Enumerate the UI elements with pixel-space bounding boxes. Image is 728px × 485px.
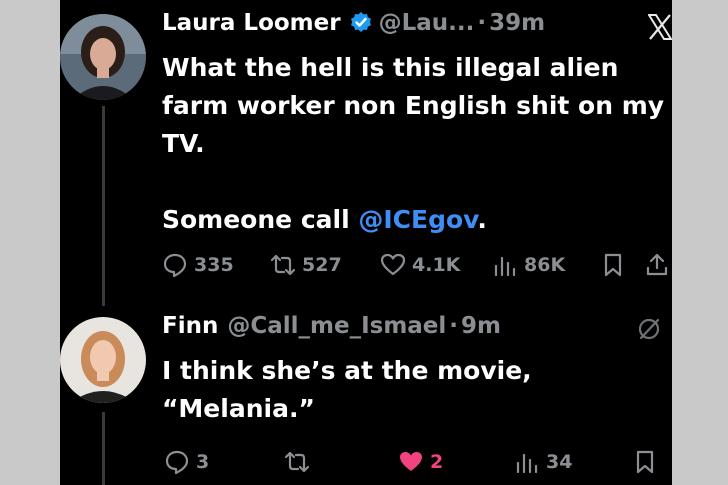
reply-count: 3 [196,451,210,473]
avatar[interactable] [60,317,146,403]
reply-icon [163,253,187,278]
repost-icon [284,451,310,473]
post-text-line: I think she’s at the movie, [162,356,532,385]
post-header: Laura Loomer @Lau... · 39m [162,10,545,36]
reply-icon [165,450,189,475]
grok-icon[interactable] [636,316,662,342]
repost-button[interactable] [284,449,310,475]
like-button[interactable]: 4.1K [380,252,460,278]
post-text-span: . [477,205,487,234]
like-button[interactable]: 2 [398,449,443,475]
bookmark-button[interactable] [632,449,658,475]
views-count: 34 [546,451,573,473]
reply-button[interactable]: 335 [162,252,234,278]
post-text: I think she’s at the movie, “Melania.” [162,352,667,428]
reply-count: 335 [194,254,234,276]
repost-count: 527 [302,254,342,276]
bookmark-button[interactable] [600,252,626,278]
separator-dot: · [477,10,487,36]
post-actions: 3 2 34 [60,447,672,479]
bookmark-icon [636,450,654,474]
repost-button[interactable]: 527 [270,252,342,278]
timestamp[interactable]: 9m [461,313,501,339]
views-icon [494,256,516,277]
post-text-span: Someone call [162,205,359,234]
user-handle[interactable]: @Call_me_Ismael [227,313,446,339]
views-button[interactable]: 34 [514,449,572,475]
user-handle[interactable]: @Lau... [379,10,475,36]
share-button[interactable] [644,252,670,278]
share-icon [646,253,668,276]
like-icon [400,452,422,471]
views-count: 86K [524,254,566,276]
post-thread: Laura Loomer @Lau... · 39m What the hell… [60,0,672,485]
display-name[interactable]: Finn [162,313,218,339]
repost-icon [270,254,296,276]
views-button[interactable]: 86K [492,252,565,278]
post-text: What the hell is this illegal alien farm… [162,49,667,239]
separator-dot: · [449,313,459,339]
like-count: 4.1K [412,254,461,276]
post-text-line: TV. [162,129,205,158]
like-count: 2 [430,451,444,473]
views-icon [516,453,538,474]
bookmark-icon [604,253,622,277]
post-actions: 335 527 4.1K 86K [60,250,672,282]
post-text-line: What the hell is this illegal alien [162,53,619,82]
post-text-line: Someone call @ICEgov. [162,201,667,239]
post-text-line: farm worker non English shit on my [162,91,665,120]
avatar[interactable] [60,14,146,100]
post-text-line: “Melania.” [162,394,315,423]
verified-badge-icon [349,11,373,35]
timestamp[interactable]: 39m [489,10,545,36]
display-name[interactable]: Laura Loomer [162,10,341,36]
like-icon [380,253,406,276]
x-logo-icon[interactable] [647,14,672,40]
post-header: Finn @Call_me_Ismael · 9m [162,313,501,339]
reply-button[interactable]: 3 [164,449,209,475]
mention-link[interactable]: @ICEgov [358,205,477,234]
